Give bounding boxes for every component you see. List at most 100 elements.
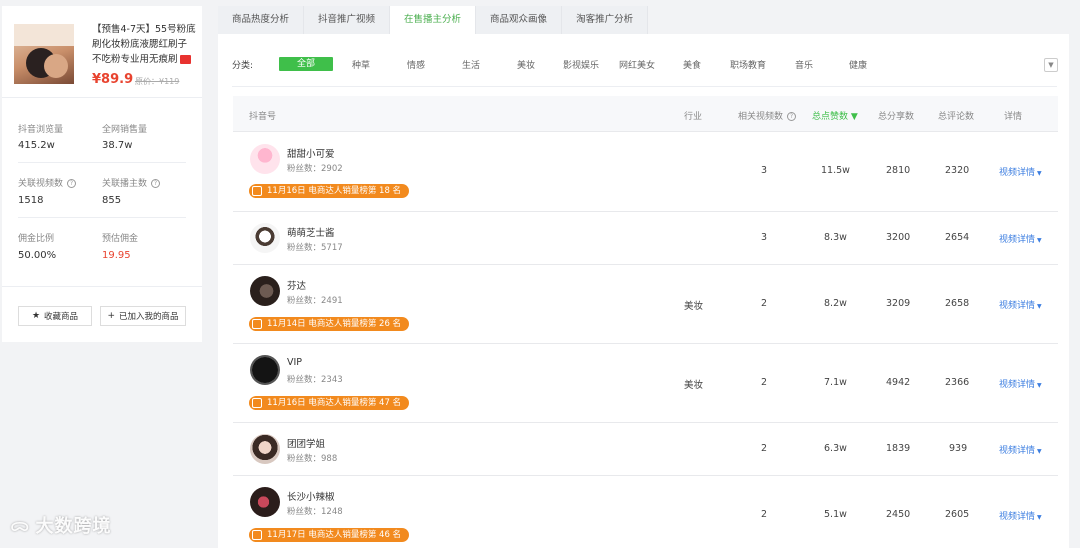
caret-down-icon: ▼ — [1037, 303, 1042, 310]
category-item[interactable]: 美食 — [683, 58, 701, 71]
rank-badge: 11月14日 电商达人销量榜第 26 名 — [249, 317, 410, 331]
videos-cell: 3 — [761, 232, 768, 243]
table-row: 长沙小辣椒 粉丝数：1248 11月17日 电商达人销量榜第 46 名 2 5.… — [233, 476, 1058, 548]
category-item[interactable]: 美妆 — [517, 58, 535, 71]
category-item[interactable]: 情感 — [407, 58, 425, 71]
comments-cell: 939 — [949, 443, 968, 454]
watermark-text: 大数跨境 — [35, 516, 112, 537]
likes-cell: 11.5w — [821, 165, 850, 176]
tab-douyin-videos[interactable]: 抖音推广视频 — [304, 6, 391, 34]
anchor-nick[interactable]: 长沙小辣椒 — [287, 489, 335, 503]
anchor-nick[interactable]: 芬达 — [287, 278, 306, 292]
likes-cell: 7.1w — [824, 377, 847, 388]
video-detail-link[interactable]: 视频详情 ▼ — [999, 298, 1042, 311]
product-title[interactable]: 【预售4-7天】55号粉底刷化妆粉底液腮红刷子不吃粉专业用无痕刷 — [92, 22, 196, 67]
related-anchors-value: 855 — [102, 195, 122, 206]
video-detail-link[interactable]: 视频详情 ▼ — [999, 443, 1042, 456]
shares-cell: 2450 — [886, 509, 911, 520]
likes-cell: 8.3w — [824, 232, 847, 243]
shares-cell: 4942 — [886, 377, 911, 388]
shares-cell: 1839 — [886, 443, 911, 454]
tab-product-heat[interactable]: 商品热度分析 — [218, 6, 305, 34]
commission-rate-value: 50.00% — [18, 250, 57, 261]
col-shares[interactable]: 总分享数 — [878, 109, 914, 122]
tab-audience[interactable]: 商品观众画像 — [476, 6, 563, 34]
col-comments[interactable]: 总评论数 — [938, 109, 974, 122]
tab-taoke[interactable]: 淘客推广分析 — [562, 6, 649, 34]
anchor-nick[interactable]: VIP — [287, 357, 302, 368]
analysis-panel: 商品热度分析 抖音推广视频 在售播主分析 商品观众画像 淘客推广分析 分类: 全… — [218, 6, 1069, 548]
avatar[interactable] — [250, 487, 280, 517]
divider — [18, 162, 186, 163]
avatar[interactable] — [250, 434, 280, 464]
video-detail-link[interactable]: 视频详情 ▼ — [999, 377, 1042, 390]
video-detail-link[interactable]: 视频详情 ▼ — [999, 509, 1042, 522]
videos-cell: 3 — [761, 165, 768, 176]
category-all[interactable]: 全部 — [279, 57, 333, 71]
caret-down-icon: ▼ — [1037, 237, 1042, 244]
product-image[interactable] — [14, 24, 74, 84]
product-price: ¥89.9 — [92, 72, 134, 87]
avatar[interactable] — [250, 223, 280, 253]
category-item[interactable]: 音乐 — [795, 58, 813, 71]
rank-icon — [252, 186, 262, 196]
douyin-traffic-value: 415.2w — [18, 140, 55, 151]
category-item[interactable]: 网红美女 — [619, 58, 655, 71]
fans-count: 粉丝数：2343 — [287, 375, 343, 385]
col-account: 抖音号 — [249, 112, 277, 122]
comments-cell: 2605 — [945, 509, 970, 520]
video-detail-link[interactable]: 视频详情 ▼ — [999, 165, 1042, 178]
anchor-nick[interactable]: 萌萌芝士酱 — [287, 225, 335, 239]
total-sales-value: 38.7w — [102, 140, 133, 151]
category-label: 分类: — [232, 61, 254, 71]
favorite-button[interactable]: ★ 收藏商品 — [18, 306, 92, 326]
help-icon[interactable]: ? — [151, 179, 161, 188]
help-icon[interactable]: ? — [787, 112, 797, 121]
avatar[interactable] — [250, 276, 280, 306]
fans-count: 粉丝数：1248 — [287, 507, 343, 517]
rank-badge: 11月16日 电商达人销量榜第 47 名 — [249, 396, 410, 410]
likes-cell: 6.3w — [824, 443, 847, 454]
sort-desc-icon: ▼ — [850, 112, 858, 122]
anchor-nick[interactable]: 甜甜小可爱 — [287, 146, 335, 160]
category-item[interactable]: 健康 — [849, 58, 867, 71]
col-industry: 行业 — [684, 112, 703, 122]
plus-icon: + — [107, 311, 116, 321]
col-likes-sorted[interactable]: 总点赞数 ▼ — [812, 109, 858, 122]
add-to-my-products-button[interactable]: + 已加入我的商品 — [100, 306, 186, 326]
table-row: VIP 粉丝数：2343 11月16日 电商达人销量榜第 47 名 美妆 2 7… — [233, 344, 1058, 423]
comments-cell: 2320 — [945, 165, 970, 176]
category-item[interactable]: 职场教育 — [730, 58, 766, 71]
related-anchors-label: 关联播主数? — [102, 176, 161, 189]
chevron-down-icon[interactable]: ▼ — [1044, 58, 1058, 72]
tmall-badge-icon — [179, 55, 191, 64]
avatar[interactable] — [250, 144, 280, 174]
category-item[interactable]: 生活 — [462, 58, 480, 71]
fans-count: 粉丝数：988 — [287, 454, 338, 464]
comments-cell: 2366 — [945, 377, 970, 388]
help-icon[interactable]: ? — [67, 179, 77, 188]
caret-down-icon: ▼ — [1037, 170, 1042, 177]
category-item[interactable]: 种草 — [352, 58, 370, 71]
avatar[interactable] — [250, 355, 280, 385]
product-original-price: 原价：¥119 — [135, 77, 180, 86]
table-header: 抖音号 行业 相关视频数? 总点赞数 ▼ 总分享数 总评论数 详情 — [233, 96, 1058, 132]
category-item[interactable]: 影视娱乐 — [563, 58, 599, 71]
comments-cell: 2654 — [945, 232, 970, 243]
shares-cell: 2810 — [886, 165, 911, 176]
caret-down-icon: ▼ — [1037, 382, 1042, 389]
divider — [232, 86, 1057, 87]
col-videos[interactable]: 相关视频数? — [738, 109, 797, 122]
tab-anchor-analysis[interactable]: 在售播主分析 — [390, 6, 477, 34]
shares-cell: 3209 — [886, 298, 911, 309]
rank-badge: 11月17日 电商达人销量榜第 46 名 — [249, 528, 410, 542]
video-detail-link[interactable]: 视频详情 ▼ — [999, 232, 1042, 245]
tab-bar: 商品热度分析 抖音推广视频 在售播主分析 商品观众画像 淘客推广分析 — [218, 6, 649, 34]
table-row: 团团学姐 粉丝数：988 2 6.3w 1839 939 视频详情 ▼ — [233, 423, 1058, 476]
videos-cell: 2 — [761, 298, 768, 309]
table-row: 芬达 粉丝数：2491 11月14日 电商达人销量榜第 26 名 美妆 2 8.… — [233, 265, 1058, 344]
anchor-nick[interactable]: 团团学姐 — [287, 436, 325, 450]
watermark-logo-icon: ᯅ — [10, 515, 30, 536]
product-card[interactable]: 【预售4-7天】55号粉底刷化妆粉底液腮红刷子不吃粉专业用无痕刷 ¥89.9 原… — [2, 6, 202, 98]
product-panel: 【预售4-7天】55号粉底刷化妆粉底液腮红刷子不吃粉专业用无痕刷 ¥89.9 原… — [2, 6, 202, 342]
